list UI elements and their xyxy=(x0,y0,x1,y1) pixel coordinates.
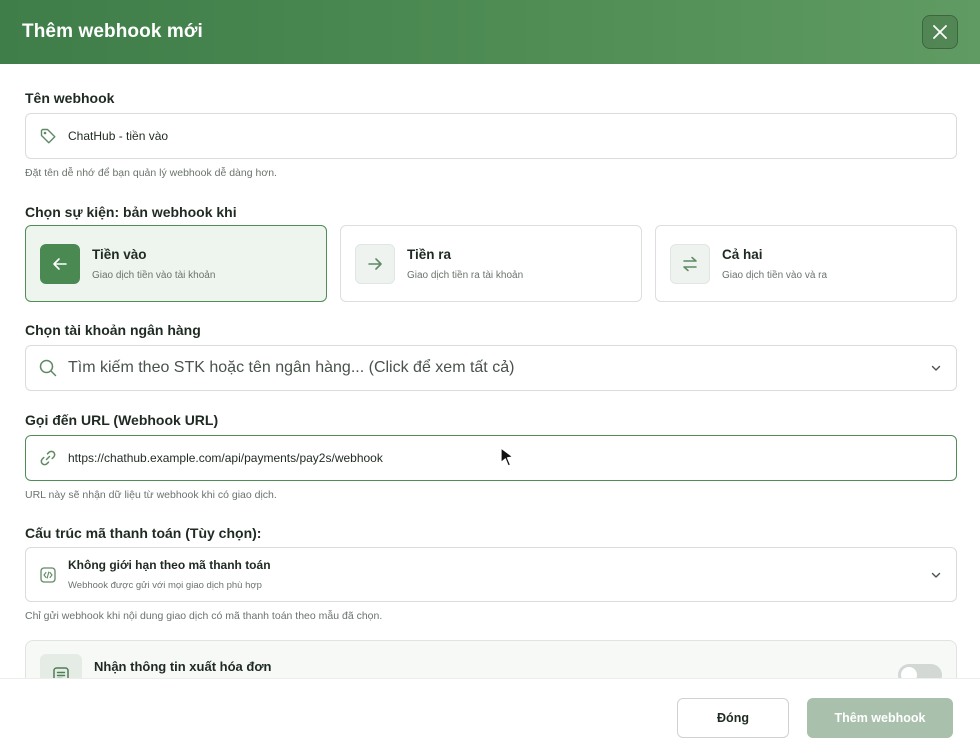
search-icon xyxy=(38,358,58,378)
webhook-name-input[interactable]: ChatHub - tiền vào xyxy=(25,113,957,159)
modal-header: Thêm webhook mới xyxy=(0,0,980,64)
event-desc: Giao dịch tiền ra tài khoản xyxy=(407,269,524,281)
chevron-down-icon xyxy=(930,362,942,374)
event-title: Cả hai xyxy=(722,246,763,262)
event-title: Tiền vào xyxy=(92,246,147,262)
webhook-url-value: https://chathub.example.com/api/payments… xyxy=(68,451,383,465)
invoice-title: Nhận thông tin xuất hóa đơn xyxy=(94,659,272,674)
event-desc: Giao dịch tiền vào và ra xyxy=(722,269,828,281)
webhook-name-help: Đặt tên dễ nhớ để bạn quản lý webhook dễ… xyxy=(25,167,277,179)
invoice-toggle[interactable] xyxy=(898,664,942,678)
code-icon xyxy=(38,565,58,585)
modal-body: Tên webhook ChatHub - tiền vào Đặt tên d… xyxy=(0,64,980,678)
close-icon xyxy=(933,25,947,39)
payment-code-label: Cấu trúc mã thanh toán (Tùy chọn): xyxy=(25,525,262,541)
arrow-left-icon xyxy=(40,243,80,284)
payment-code-selected-title: Không giới hạn theo mã thanh toán xyxy=(68,558,271,572)
payment-code-help: Chỉ gửi webhook khi nội dung giao dịch c… xyxy=(25,610,383,622)
event-label: Chọn sự kiện: bản webhook khi xyxy=(25,204,237,220)
link-icon xyxy=(38,448,58,468)
toggle-knob xyxy=(901,667,917,678)
event-option-both[interactable]: Cả hai Giao dịch tiền vào và ra xyxy=(655,225,957,302)
close-dialog-button[interactable]: Đóng xyxy=(677,698,789,738)
event-title: Tiền ra xyxy=(407,246,452,262)
webhook-url-help: URL này sẽ nhận dữ liệu từ webhook khi c… xyxy=(25,489,277,501)
invoice-option: Nhận thông tin xuất hóa đơn xyxy=(25,640,957,678)
webhook-url-label: Gọi đến URL (Webhook URL) xyxy=(25,412,219,428)
payment-code-select[interactable]: Không giới hạn theo mã thanh toán Webhoo… xyxy=(25,547,957,602)
bank-search-placeholder: Tìm kiếm theo STK hoặc tên ngân hàng... … xyxy=(68,359,515,376)
modal-title: Thêm webhook mới xyxy=(22,21,203,42)
payment-code-selected-desc: Webhook được gửi với mọi giao dịch phù h… xyxy=(68,580,262,591)
chevron-down-icon xyxy=(930,569,942,581)
add-webhook-button[interactable]: Thêm webhook xyxy=(807,698,953,738)
webhook-name-label: Tên webhook xyxy=(25,90,115,106)
event-option-incoming[interactable]: Tiền vào Giao dịch tiền vào tài khoản xyxy=(25,225,327,302)
tag-icon xyxy=(38,126,58,146)
event-option-outgoing[interactable]: Tiền ra Giao dịch tiền ra tài khoản xyxy=(340,225,642,302)
modal-footer: Đóng Thêm webhook xyxy=(0,678,980,754)
arrow-right-icon xyxy=(355,243,395,284)
webhook-name-value: ChatHub - tiền vào xyxy=(68,129,169,143)
close-button[interactable] xyxy=(922,15,958,49)
event-desc: Giao dịch tiền vào tài khoản xyxy=(92,269,216,281)
invoice-icon xyxy=(40,654,82,678)
bank-label: Chọn tài khoản ngân hàng xyxy=(25,322,201,338)
arrows-swap-icon xyxy=(670,243,710,284)
webhook-url-input[interactable]: https://chathub.example.com/api/payments… xyxy=(25,435,957,481)
bank-search-select[interactable]: Tìm kiếm theo STK hoặc tên ngân hàng... … xyxy=(25,345,957,391)
